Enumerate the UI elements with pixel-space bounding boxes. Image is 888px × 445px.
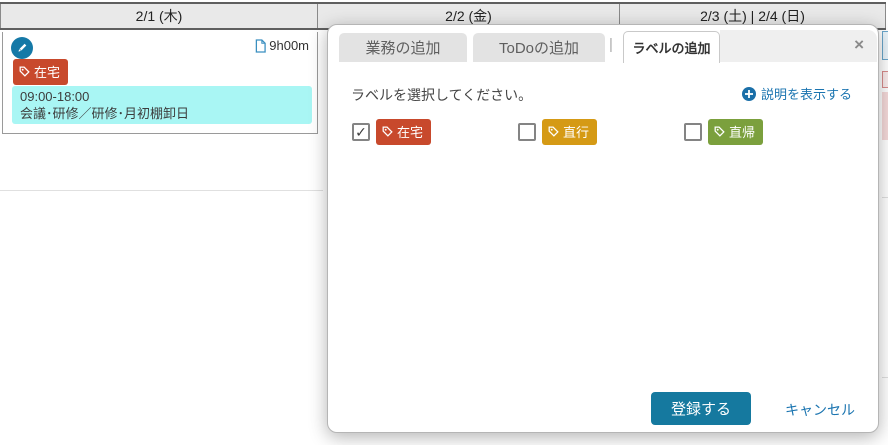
tab-add-todo[interactable]: ToDoの追加 bbox=[473, 33, 605, 62]
label-checkbox[interactable]: ✓ bbox=[684, 123, 702, 141]
edit-pencil-icon[interactable] bbox=[11, 37, 33, 59]
document-icon bbox=[255, 39, 266, 53]
day-label-badge[interactable]: 在宅 bbox=[13, 59, 68, 85]
clipped-event-blue bbox=[882, 31, 888, 60]
add-label-dialog: × 業務の追加 ToDoの追加 | ラベルの追加 ラベルを選択してください。 説… bbox=[327, 24, 879, 433]
work-duration: 9h00m bbox=[255, 38, 309, 53]
label-badge-text: 直帰 bbox=[729, 122, 755, 141]
day-header-2-1: 2/1 (木) bbox=[0, 4, 317, 28]
event-block[interactable]: 09:00-18:00 会議･研修／研修･月初棚卸日 bbox=[12, 86, 312, 124]
clipped-event-pink bbox=[882, 92, 888, 140]
event-time: 09:00-18:00 bbox=[20, 88, 304, 105]
event-title: 会議･研修／研修･月初棚卸日 bbox=[20, 105, 304, 122]
label-options-row: ✓ 在宅 ✓ bbox=[352, 119, 850, 145]
register-button[interactable]: 登録する bbox=[651, 392, 751, 425]
tab-separator: | bbox=[609, 36, 613, 53]
grid-line bbox=[0, 190, 323, 191]
day-header-label: 2/1 (木) bbox=[136, 6, 183, 26]
day-header-label: 2/3 (土) | 2/4 (日) bbox=[700, 6, 805, 26]
app-screen: 2/1 (木) 2/2 (金) 2/3 (土) | 2/4 (日) 9h00m bbox=[0, 0, 888, 445]
label-checkbox[interactable]: ✓ bbox=[518, 123, 536, 141]
duration-value: 9h00m bbox=[269, 38, 309, 53]
cancel-link[interactable]: キャンセル bbox=[785, 400, 855, 420]
show-description-label: 説明を表示する bbox=[761, 84, 852, 103]
tag-icon bbox=[548, 126, 559, 137]
grid-line bbox=[882, 377, 888, 378]
plus-circle-icon bbox=[742, 87, 756, 101]
label-badge: 在宅 bbox=[376, 119, 431, 145]
day-header-label: 2/2 (金) bbox=[445, 6, 492, 26]
show-description-link[interactable]: 説明を表示する bbox=[742, 84, 852, 103]
label-option-zaitaku[interactable]: ✓ 在宅 bbox=[352, 119, 518, 145]
dialog-instruction: ラベルを選択してください。 bbox=[351, 85, 532, 105]
dialog-titlebar: × bbox=[720, 30, 877, 62]
tag-icon bbox=[382, 126, 393, 137]
close-icon[interactable]: × bbox=[854, 36, 864, 53]
label-option-chokki[interactable]: ✓ 直帰 bbox=[684, 119, 850, 145]
label-badge-text: 直行 bbox=[563, 122, 589, 141]
label-badge-text: 在宅 bbox=[397, 122, 423, 141]
tag-icon bbox=[714, 126, 725, 137]
label-option-chokko[interactable]: ✓ 直行 bbox=[518, 119, 684, 145]
label-checkbox[interactable]: ✓ bbox=[352, 123, 370, 141]
clipped-badge-red bbox=[882, 71, 888, 88]
grid-line bbox=[882, 197, 888, 198]
tag-icon bbox=[19, 66, 30, 77]
day-label-text: 在宅 bbox=[34, 62, 60, 81]
label-badge: 直帰 bbox=[708, 119, 763, 145]
pencil-icon bbox=[15, 41, 29, 55]
tab-add-label[interactable]: ラベルの追加 bbox=[623, 31, 720, 63]
label-badge: 直行 bbox=[542, 119, 597, 145]
tab-add-task[interactable]: 業務の追加 bbox=[339, 33, 467, 62]
check-icon: ✓ bbox=[355, 125, 367, 139]
day-cell-2-1: 9h00m 在宅 09:00-18:00 会議･研修／研修･月初棚卸日 bbox=[2, 32, 318, 134]
